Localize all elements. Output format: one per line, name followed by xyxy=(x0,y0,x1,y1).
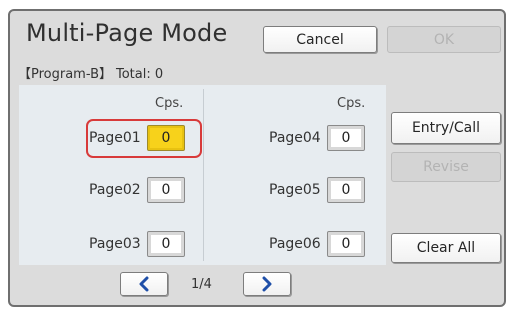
page-count-02[interactable]: 0 xyxy=(147,177,185,203)
entry-call-button[interactable]: Entry/Call xyxy=(391,112,501,144)
page-label-02: Page02 xyxy=(89,182,141,198)
revise-button[interactable]: Revise xyxy=(391,152,501,182)
cancel-button[interactable]: Cancel xyxy=(263,26,377,53)
left-column-header: Cps. xyxy=(155,96,184,111)
page-label-05: Page05 xyxy=(269,182,321,198)
page-label-03: Page03 xyxy=(89,236,141,252)
page-indicator: 1/4 xyxy=(191,277,212,292)
total-count: Total: 0 xyxy=(116,67,164,82)
chevron-right-icon xyxy=(262,276,272,292)
page-title: Multi-Page Mode xyxy=(26,19,228,47)
page-label-04: Page04 xyxy=(269,130,321,146)
prev-page-button[interactable] xyxy=(120,272,168,296)
right-column-header: Cps. xyxy=(337,96,366,111)
program-info: 【Program-B】 Total: 0 xyxy=(18,63,163,82)
page-count-04[interactable]: 0 xyxy=(327,125,365,151)
page-count-03[interactable]: 0 xyxy=(147,231,185,257)
page-count-panel: Cps. Cps. Page01 0 Page02 0 Page03 0 Pag… xyxy=(19,85,386,265)
program-name: 【Program-B】 xyxy=(18,67,112,82)
multi-page-mode-screen: Multi-Page Mode Cancel OK 【Program-B】 Tot… xyxy=(8,9,506,307)
next-page-button[interactable] xyxy=(243,272,291,296)
page-count-06[interactable]: 0 xyxy=(327,231,365,257)
ok-button[interactable]: OK xyxy=(387,26,501,53)
page-label-06: Page06 xyxy=(269,236,321,252)
chevron-left-icon xyxy=(139,276,149,292)
selected-page-highlight xyxy=(86,119,202,158)
page-count-05[interactable]: 0 xyxy=(327,177,365,203)
clear-all-button[interactable]: Clear All xyxy=(391,233,501,263)
column-divider xyxy=(203,89,204,261)
